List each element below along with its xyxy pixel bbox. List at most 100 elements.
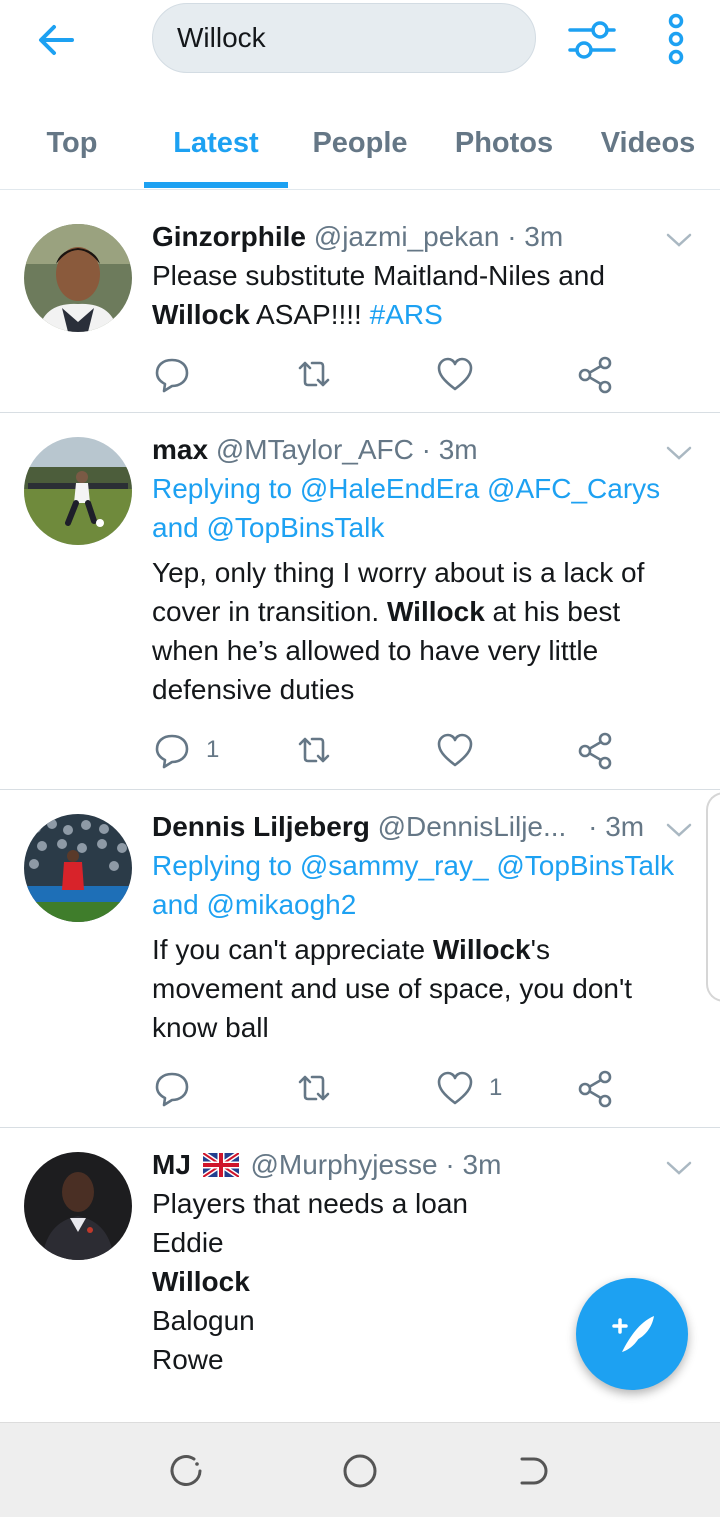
back-button[interactable]: [30, 14, 82, 66]
tab-top[interactable]: Top: [0, 110, 144, 190]
uk-flag-icon: [201, 1150, 241, 1180]
heart-icon: [437, 1071, 473, 1105]
reply-button[interactable]: 1: [152, 728, 219, 772]
retweet-button[interactable]: [294, 1066, 348, 1110]
share-button[interactable]: [576, 1066, 616, 1110]
tweet-content: Dennis Liljeberg @DennisLilje... · 3m Re…: [152, 807, 702, 1047]
display-name[interactable]: Dennis Liljeberg: [152, 811, 370, 842]
retweet-button[interactable]: [294, 352, 348, 396]
mention-link[interactable]: @HaleEndEra @AFC_Carys: [300, 473, 660, 504]
more-vertical-icon: [668, 13, 684, 65]
tweet-header: Dennis Liljeberg @DennisLilje... · 3m: [152, 807, 702, 846]
tweet-time: · 3m: [445, 1149, 502, 1180]
text-line: and @TopBinsTalk: [152, 508, 702, 547]
avatar[interactable]: [24, 437, 132, 545]
mention-link[interactable]: and: [152, 889, 207, 920]
arrow-left-icon: [39, 25, 74, 55]
text-line: Willock ASAP!!!! #ARS: [152, 295, 702, 334]
tweet-time: · 3m: [421, 434, 478, 465]
recent-apps-icon[interactable]: [166, 1451, 206, 1491]
text-run: Rowe: [152, 1344, 224, 1375]
tweet-time: · 3m: [588, 811, 645, 842]
share-button[interactable]: [576, 728, 616, 772]
tweet-time: · 3m: [507, 221, 564, 252]
display-name[interactable]: max: [152, 434, 208, 465]
tweet-actions: 1: [152, 728, 622, 772]
text-run: ASAP!!!!: [249, 299, 370, 330]
reply-button[interactable]: [152, 352, 206, 396]
share-icon: [578, 732, 612, 770]
tab-videos[interactable]: Videos: [576, 110, 720, 190]
text-run: Eddie: [152, 1227, 224, 1258]
tweet-text: If you can't appreciate Willock's movemen…: [152, 930, 702, 1047]
mention-link[interactable]: and: [152, 512, 207, 543]
display-name[interactable]: Ginzorphile: [152, 221, 306, 252]
text-line: movement and use of space, you don't: [152, 969, 702, 1008]
mention-link[interactable]: @mikaogh2: [207, 889, 357, 920]
edge-panel-handle[interactable]: [706, 792, 720, 1002]
chevron-down-icon[interactable]: [664, 1158, 694, 1178]
user-handle: @Murphyjesse: [250, 1149, 438, 1180]
chevron-down-icon[interactable]: [664, 820, 694, 840]
text-line: and @mikaogh2: [152, 885, 702, 924]
text-line: defensive duties: [152, 670, 702, 709]
mention-link[interactable]: @sammy_ray_ @TopBinsTalk: [300, 850, 674, 881]
share-icon: [578, 356, 612, 394]
avatar[interactable]: [24, 814, 132, 922]
tweet-content: Ginzorphile @jazmi_pekan · 3m Please sub…: [152, 217, 702, 334]
heart-icon: [437, 357, 473, 391]
tweet-actions: [152, 352, 622, 396]
retweet-button[interactable]: [294, 728, 348, 772]
avatar[interactable]: [24, 1152, 132, 1260]
tweet-header: Ginzorphile @jazmi_pekan · 3m: [152, 217, 702, 256]
text-line: Players that needs a loan: [152, 1184, 702, 1223]
replying-to[interactable]: Replying to @sammy_ray_ @TopBinsTalk and …: [152, 846, 702, 924]
mention-link[interactable]: Replying to: [152, 850, 300, 881]
reply-icon: [155, 734, 189, 769]
avatar[interactable]: [24, 224, 132, 332]
mention-link[interactable]: Replying to: [152, 473, 300, 504]
more-options-button[interactable]: [650, 12, 702, 68]
tab-latest[interactable]: Latest: [144, 110, 288, 190]
like-button[interactable]: 1: [435, 1066, 502, 1110]
search-header: Willock Top Latest People Photos Videos: [0, 0, 720, 190]
text-line: Yep, only thing I worry about is a lack …: [152, 553, 702, 592]
reply-icon: [155, 358, 189, 393]
tweet-text: Please substitute Maitland-Niles and Will…: [152, 256, 702, 334]
home-icon[interactable]: [340, 1451, 380, 1491]
text-run: cover in transition.: [152, 596, 387, 627]
retweet-icon: [298, 737, 330, 763]
tweet[interactable]: Ginzorphile @jazmi_pekan · 3m Please sub…: [0, 200, 720, 413]
reply-button[interactable]: [152, 1066, 206, 1110]
mention-link[interactable]: @TopBinsTalk: [207, 512, 385, 543]
tweet[interactable]: Dennis Liljeberg @DennisLilje... · 3m Re…: [0, 790, 720, 1128]
heart-icon: [437, 733, 473, 767]
user-handle: @DennisLilje...: [377, 811, 567, 842]
retweet-icon: [298, 361, 330, 387]
back-nav-icon[interactable]: [514, 1451, 554, 1491]
tab-photos[interactable]: Photos: [432, 110, 576, 190]
chevron-down-icon[interactable]: [664, 230, 694, 250]
tweet[interactable]: max @MTaylor_AFC · 3m Replying to @HaleE…: [0, 413, 720, 790]
text-run: know ball: [152, 1012, 269, 1043]
display-name[interactable]: MJ: [152, 1149, 191, 1180]
like-count: 1: [489, 1074, 503, 1101]
text-line: know ball: [152, 1008, 702, 1047]
like-button[interactable]: [435, 352, 489, 396]
chevron-down-icon[interactable]: [664, 443, 694, 463]
replying-to[interactable]: Replying to @HaleEndEra @AFC_Carysand @T…: [152, 469, 702, 547]
like-button[interactable]: [435, 728, 489, 772]
highlighted-term: Willock: [152, 299, 250, 330]
text-run: If you can't appreciate: [152, 934, 433, 965]
share-button[interactable]: [576, 352, 616, 396]
mention-link[interactable]: #ARS: [370, 299, 443, 330]
search-filter-button[interactable]: [566, 14, 618, 66]
tab-people[interactable]: People: [288, 110, 432, 190]
text-line: If you can't appreciate Willock's: [152, 930, 702, 969]
tweet-text: Yep, only thing I worry about is a lack …: [152, 553, 702, 709]
tweet-actions: 1: [152, 1066, 622, 1110]
active-tab-indicator: [144, 182, 288, 188]
compose-tweet-button[interactable]: [576, 1278, 688, 1390]
search-input[interactable]: Willock: [152, 3, 536, 73]
text-line: cover in transition. Willock at his best: [152, 592, 702, 631]
